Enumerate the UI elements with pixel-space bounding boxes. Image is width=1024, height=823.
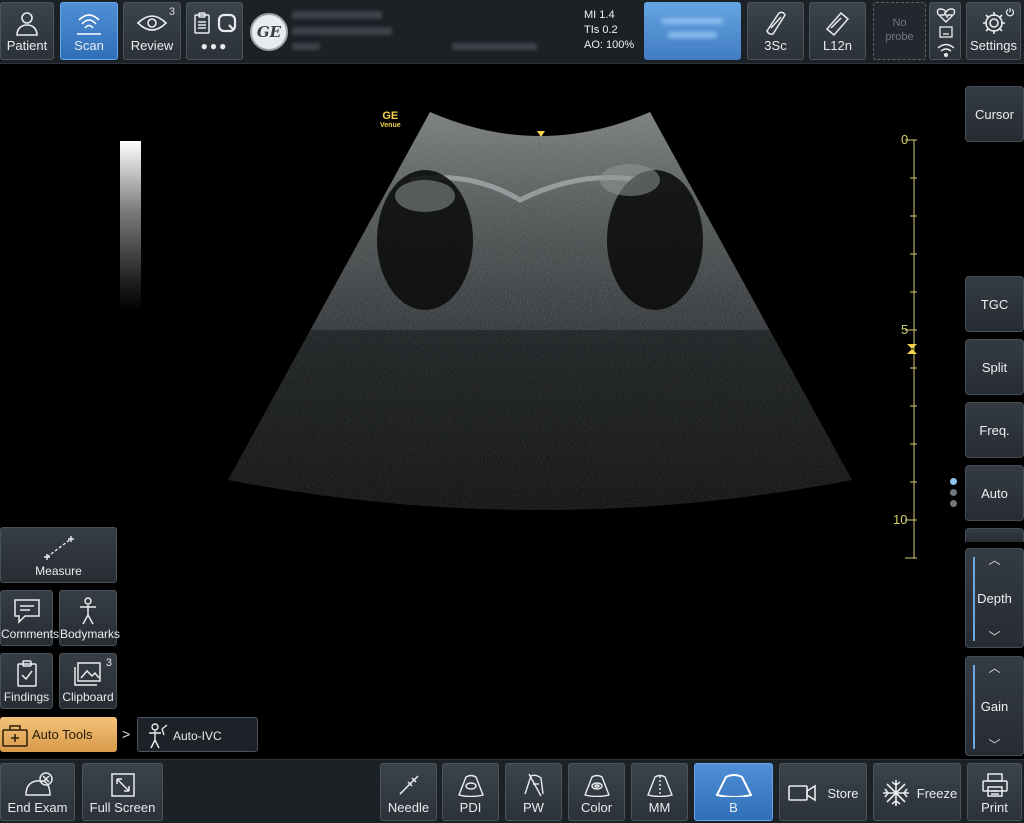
pw-button[interactable]: PW [505,763,562,821]
comment-icon [13,599,40,624]
color-label: Color [580,800,613,815]
end-exam-icon [24,772,53,796]
depth-label-5: 5 [901,322,909,337]
page-dots[interactable] [950,478,960,511]
auto-button[interactable]: Auto [965,465,1024,521]
findings-button[interactable]: Findings [0,653,53,709]
freq-label: Freq. [979,422,1010,438]
tgc-label: TGC [980,296,1009,312]
needle-icon [398,775,419,795]
comments-label: Comments [1,627,60,641]
cursor-label: Cursor [974,106,1014,122]
split-label: Split [981,359,1008,375]
bottom-toolbar: End Exam Full Screen Needle PDI PW Color… [0,759,1024,823]
depth-label: Depth [977,591,1012,606]
clipboard-button[interactable]: 3 Clipboard [59,653,117,709]
brand-text: GE [382,110,399,122]
store-button[interactable]: Store [779,763,867,821]
comments-button[interactable]: Comments [0,590,60,646]
pw-label: PW [523,800,544,815]
findings-label: Findings [3,690,50,704]
clipboard-label: Clipboard [62,690,114,704]
caliper-icon [43,536,74,560]
body-figure-icon [80,597,96,625]
checklist-icon [16,660,37,687]
pdi-label: PDI [459,800,482,815]
needle-button[interactable]: Needle [380,763,437,821]
video-camera-icon [788,784,816,802]
printer-icon [981,773,1008,797]
end-exam-label: End Exam [7,800,68,815]
split-button[interactable]: Split [965,339,1024,395]
gain-up-arrow[interactable]: ︿ [966,659,1023,676]
bodymarks-label: Bodymarks [60,627,121,641]
auto-label: Auto [981,485,1008,501]
depth-down-arrow[interactable]: ﹀ [966,628,1023,645]
pdi-mode-icon [457,774,484,797]
mm-button[interactable]: MM [631,763,688,821]
b-mode-label: B [729,800,738,815]
hidden-button-edge [965,528,1024,542]
b-mode-button[interactable]: B [694,763,773,821]
ultrasound-sector-image[interactable] [0,0,1024,823]
auto-tools-button[interactable]: Auto Tools [0,717,117,752]
auto-ivc-label: Auto-IVC [173,729,222,743]
measure-label: Measure [35,564,82,578]
m-mode-icon [646,774,673,797]
depth-label-10: 10 [893,512,908,527]
needle-label: Needle [387,800,430,815]
gain-down-arrow[interactable]: ﹀ [966,736,1023,753]
depth-label-0: 0 [901,132,909,147]
print-label: Print [981,800,1008,815]
full-screen-label: Full Screen [89,800,156,815]
pdi-button[interactable]: PDI [442,763,499,821]
freeze-label: Freeze [916,786,958,801]
print-button[interactable]: Print [967,763,1022,821]
depth-rocker[interactable]: ︿ Depth ﹀ [965,548,1024,648]
page-dot[interactable] [950,500,957,507]
focal-zone-marker [907,344,917,354]
depth-scale [905,139,917,559]
ivc-figure-icon [149,723,168,749]
snowflake-icon [883,780,909,806]
store-label: Store [827,786,859,801]
fullscreen-icon [110,773,135,797]
grayscale-bar [120,141,141,311]
cursor-button[interactable]: Cursor [965,86,1024,142]
end-exam-button[interactable]: End Exam [0,763,75,821]
color-button[interactable]: Color [568,763,625,821]
freeze-button[interactable]: Freeze [873,763,961,821]
gain-label: Gain [980,699,1009,714]
image-gallery-icon [74,662,101,686]
color-doppler-icon [583,774,610,797]
full-screen-button[interactable]: Full Screen [82,763,163,821]
chevron-right-icon: > [122,726,131,742]
probe-brand-tag: GE Venue [380,110,401,129]
page-dot[interactable] [950,489,957,496]
b-mode-icon [715,774,752,797]
pw-doppler-icon [523,773,544,797]
auto-ivc-button[interactable]: Auto-IVC [137,717,258,752]
brand-sub-text: Venue [380,122,401,129]
page-dot[interactable] [950,478,957,485]
tgc-button[interactable]: TGC [965,276,1024,332]
toolbox-icon [2,725,28,747]
measure-button[interactable]: Measure [0,527,117,583]
bodymarks-button[interactable]: Bodymarks [59,590,121,646]
mm-label: MM [648,800,671,815]
gain-rocker[interactable]: ︿ Gain ﹀ [965,656,1024,756]
depth-up-arrow[interactable]: ︿ [966,551,1023,568]
auto-tools-label: Auto Tools [32,727,93,742]
clipboard-count: 3 [105,657,112,669]
freq-button[interactable]: Freq. [965,402,1024,458]
